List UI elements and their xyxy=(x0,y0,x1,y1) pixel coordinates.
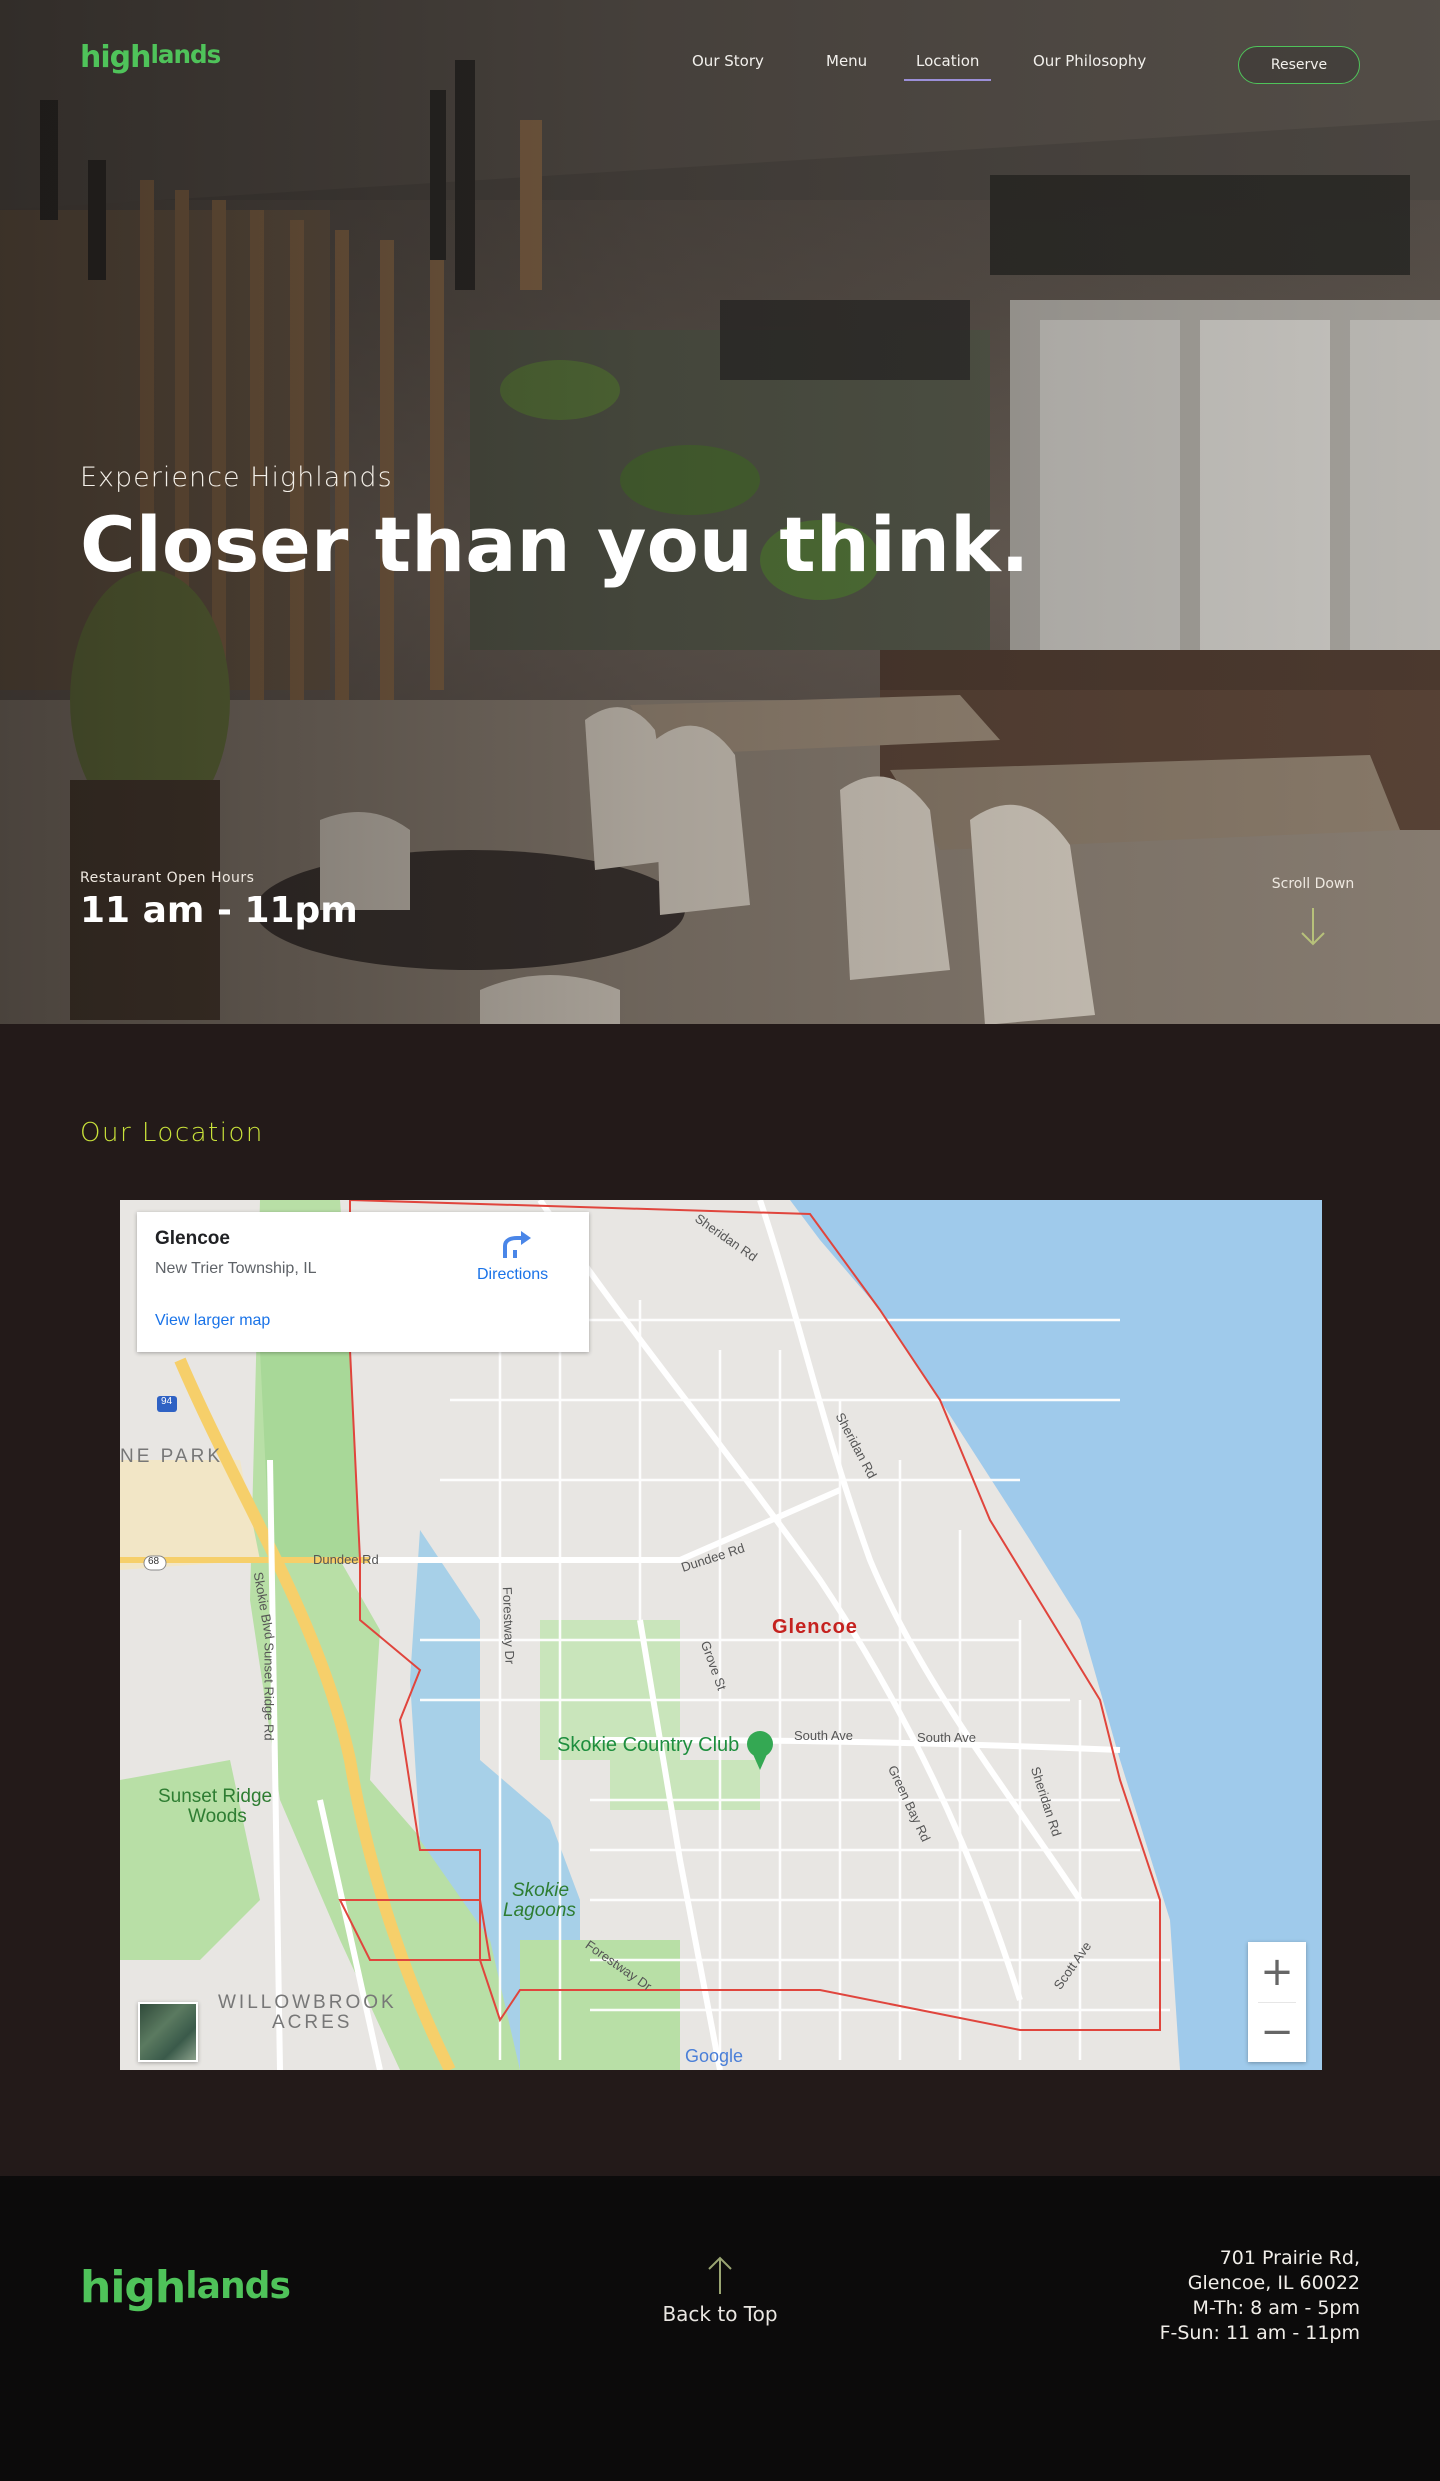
footer-logo-main: high xyxy=(80,2262,186,2313)
map-label-hwy-68: 68 xyxy=(148,1556,160,1567)
reserve-button[interactable]: Reserve xyxy=(1238,46,1360,84)
map-label-forestway-dr-1: Forestway Dr xyxy=(499,1586,518,1665)
hero-headline: Closer than you think. xyxy=(80,500,1030,589)
map-label-willowbrook: WILLOWBROOK xyxy=(218,1992,397,2013)
map-label-woods: Woods xyxy=(188,1806,247,1827)
arrow-down-icon[interactable] xyxy=(1298,906,1328,948)
nav-our-philosophy[interactable]: Our Philosophy xyxy=(1033,52,1146,70)
zoom-controls: + − xyxy=(1248,1942,1306,2062)
directions-icon[interactable] xyxy=(499,1230,533,1260)
hero-eyebrow: Experience Highlands xyxy=(80,462,393,493)
map-label-skokie-cc: Skokie Country Club xyxy=(557,1734,740,1756)
nav-menu[interactable]: Menu xyxy=(826,52,867,70)
satellite-layer-toggle[interactable] xyxy=(138,2002,198,2062)
map-label-sunset-ridge-rd: Sunset Ridge Rd xyxy=(261,1642,277,1741)
view-larger-map-link[interactable]: View larger map xyxy=(155,1312,270,1330)
map-label-south-ave-1: South Ave xyxy=(794,1728,854,1743)
map-label-ne-park: NE PARK xyxy=(120,1446,224,1467)
google-logo: Google xyxy=(685,2046,744,2066)
arrow-up-icon[interactable] xyxy=(706,2254,734,2296)
place-info-card: Glencoe New Trier Township, IL View larg… xyxy=(137,1212,589,1352)
nav-location[interactable]: Location xyxy=(903,52,992,81)
place-name: Glencoe xyxy=(155,1228,230,1249)
map-label-skokie: Skokie xyxy=(512,1880,570,1901)
section-title: Our Location xyxy=(80,1118,264,1148)
footer-logo-sub: lands xyxy=(185,2265,291,2307)
map-label-lagoons: Lagoons xyxy=(503,1900,576,1921)
zoom-in-button[interactable]: + xyxy=(1248,1942,1306,2002)
address-line-2: Glencoe, IL 60022 xyxy=(1187,2272,1360,2294)
zoom-out-button[interactable]: − xyxy=(1248,2002,1306,2062)
hours-label: Restaurant Open Hours xyxy=(80,870,255,886)
back-to-top-link[interactable]: Back to Top xyxy=(620,2302,820,2326)
map-label-acres: ACRES xyxy=(272,2012,353,2033)
map-label-hwy-94: 94 xyxy=(161,1396,173,1407)
hours-value: 11 am - 11pm xyxy=(80,890,358,931)
main-nav: Our Story Menu Location Our Philosophy xyxy=(0,52,1440,82)
hours-line-2: F-Sun: 11 am - 11pm xyxy=(1159,2322,1360,2344)
directions-label[interactable]: Directions xyxy=(477,1266,548,1284)
footer-address: 701 Prairie Rd, Glencoe, IL 60022 M-Th: … xyxy=(1160,2246,1360,2346)
map-label-glencoe: Glencoe xyxy=(772,1616,858,1638)
embedded-map[interactable]: Glencoe Skokie Country Club Sunset Ridge… xyxy=(120,1200,1322,2070)
footer-logo[interactable]: highlands xyxy=(80,2262,291,2313)
map-label-south-ave-2: South Ave xyxy=(917,1730,977,1745)
map-label-dundee-rd-1: Dundee Rd xyxy=(313,1552,379,1567)
address-line-1: 701 Prairie Rd, xyxy=(1219,2247,1360,2269)
nav-our-story[interactable]: Our Story xyxy=(692,52,764,70)
place-address: New Trier Township, IL xyxy=(155,1260,317,1277)
map-label-sunset-ridge: Sunset Ridge xyxy=(158,1786,273,1807)
scroll-down-label[interactable]: Scroll Down xyxy=(1258,876,1368,892)
hours-line-1: M-Th: 8 am - 5pm xyxy=(1192,2297,1360,2319)
